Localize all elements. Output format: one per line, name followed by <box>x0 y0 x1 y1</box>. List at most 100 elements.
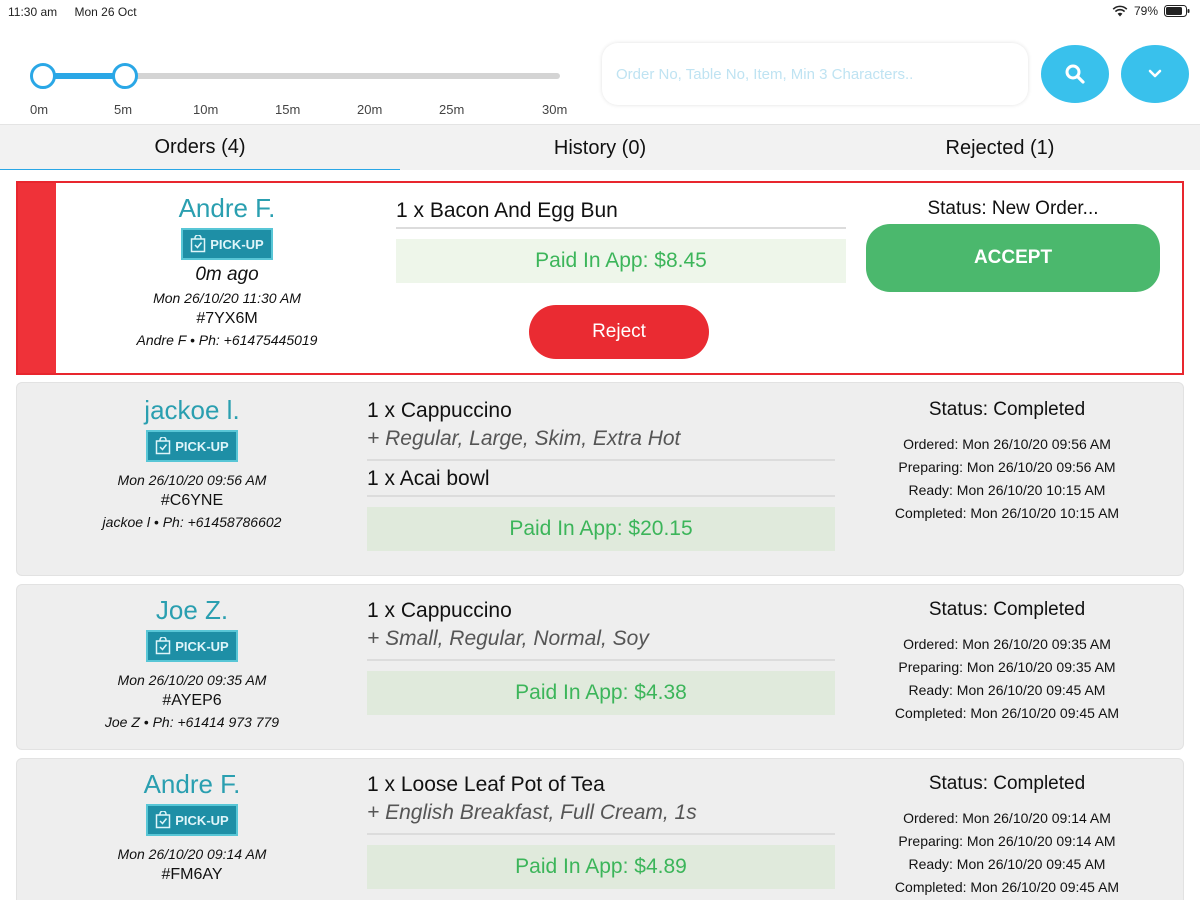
battery-percent: 79% <box>1133 4 1158 18</box>
tick-label: 15m <box>275 102 301 117</box>
status-timeline: Ordered: Mon 26/10/20 09:35 AM Preparing… <box>857 633 1157 725</box>
item-line: 1 x Cappuccino <box>367 599 512 622</box>
customer-name: Andre F. <box>143 769 241 799</box>
tick-label: 0m <box>30 102 49 117</box>
badge-label: PICK-UP <box>210 236 264 252</box>
slider-ticks: 0m 5m 10m 15m 20m 25m 30m <box>30 102 590 118</box>
status-timeline: Ordered: Mon 26/10/20 09:56 AM Preparing… <box>857 433 1157 525</box>
order-items: 1 x Cappuccino + Regular, Large, Skim, E… <box>367 395 835 551</box>
customer-name: Joe Z. <box>155 595 229 625</box>
badge-label: PICK-UP <box>175 438 229 454</box>
search-input[interactable] <box>602 43 1028 105</box>
order-date: Mon 26/10/20 11:30 AM <box>153 290 301 306</box>
status-text: Status: Completed <box>928 773 1086 794</box>
order-card[interactable]: Andre F. PICK-UP Mon 26/10/20 09:14 AM #… <box>16 758 1184 900</box>
item-options: + English Breakfast, Full Cream, 1s <box>367 801 835 835</box>
new-order-indicator <box>18 183 56 373</box>
paid-amount: Paid In App: $4.38 <box>367 671 835 715</box>
status-time: 11:30 am <box>8 5 58 19</box>
customer-contact: Joe Z • Ph: +61414 973 779 <box>104 714 280 730</box>
customer-info: Joe Z. PICK-UP Mon 26/10/20 09:35 AM #AY… <box>47 595 337 730</box>
timeline-completed: Completed: Mon 26/10/20 09:45 AM <box>894 705 1120 721</box>
customer-name: Andre F. <box>178 193 276 223</box>
bag-icon <box>156 637 171 655</box>
bag-icon <box>156 811 171 829</box>
timeline-preparing: Preparing: Mon 26/10/20 09:14 AM <box>898 833 1116 849</box>
paid-amount: Paid In App: $8.45 <box>396 239 846 283</box>
slider-min-handle[interactable] <box>30 63 56 89</box>
filter-dropdown-button[interactable] <box>1121 45 1189 103</box>
order-status: Status: Completed Ordered: Mon 26/10/20 … <box>857 399 1157 525</box>
timeline-preparing: Preparing: Mon 26/10/20 09:56 AM <box>898 459 1116 475</box>
item-line: 1 x Loose Leaf Pot of Tea <box>367 773 605 796</box>
order-code: #C6YNE <box>160 492 224 509</box>
order-status: Status: Completed Ordered: Mon 26/10/20 … <box>857 773 1157 899</box>
accept-button[interactable]: ACCEPT <box>866 224 1160 292</box>
pickup-badge: PICK-UP <box>146 804 238 836</box>
order-date: Mon 26/10/20 09:14 AM <box>117 846 267 862</box>
slider-max-handle[interactable] <box>112 63 138 89</box>
customer-contact: Andre F • Ph: +61475445019 <box>136 332 318 348</box>
order-card[interactable]: jackoe l. PICK-UP Mon 26/10/20 09:56 AM … <box>16 382 1184 576</box>
order-tabs: Orders (4) History (0) Rejected (1) <box>0 124 1200 171</box>
tick-label: 30m <box>542 102 568 117</box>
battery-icon <box>1164 5 1190 17</box>
order-card-new[interactable]: Andre F. PICK-UP 0m ago Mon 26/10/20 11:… <box>16 181 1184 375</box>
customer-info: jackoe l. PICK-UP Mon 26/10/20 09:56 AM … <box>47 395 337 530</box>
bag-icon <box>191 235 206 253</box>
order-status: Status: New Order... <box>866 198 1160 220</box>
timeline-ordered: Ordered: Mon 26/10/20 09:56 AM <box>903 436 1111 452</box>
tick-label: 25m <box>439 102 465 117</box>
pickup-badge: PICK-UP <box>146 630 238 662</box>
item-line: 1 x Acai bowl <box>367 461 835 497</box>
tab-rejected[interactable]: Rejected (1) <box>800 125 1200 171</box>
tab-history[interactable]: History (0) <box>400 125 800 171</box>
status-timeline: Ordered: Mon 26/10/20 09:14 AM Preparing… <box>857 807 1157 899</box>
chevron-down-icon <box>1148 69 1162 78</box>
search-box <box>602 43 1028 105</box>
tick-label: 5m <box>114 102 133 117</box>
customer-name: jackoe l. <box>144 395 240 425</box>
status-date: Mon 26 Oct <box>74 5 137 19</box>
order-card[interactable]: Joe Z. PICK-UP Mon 26/10/20 09:35 AM #AY… <box>16 584 1184 750</box>
search-icon <box>1065 64 1085 84</box>
order-status: Status: Completed Ordered: Mon 26/10/20 … <box>857 599 1157 725</box>
order-age: 0m ago <box>195 264 259 285</box>
order-date: Mon 26/10/20 09:56 AM <box>117 472 267 488</box>
paid-amount: Paid In App: $20.15 <box>367 507 835 551</box>
order-items: 1 x Loose Leaf Pot of Tea + English Brea… <box>367 769 835 889</box>
pickup-badge: PICK-UP <box>146 430 238 462</box>
timeline-completed: Completed: Mon 26/10/20 09:45 AM <box>894 879 1120 895</box>
item-options: + Regular, Large, Skim, Extra Hot <box>367 427 835 461</box>
tick-label: 20m <box>357 102 383 117</box>
status-bar: 11:30 am Mon 26 Oct 79% <box>0 0 1200 24</box>
tab-orders[interactable]: Orders (4) <box>0 125 400 171</box>
item-line: 1 x Cappuccino <box>367 399 512 422</box>
order-items: 1 x Bacon And Egg Bun Paid In App: $8.45 <box>396 195 846 283</box>
order-code: #7YX6M <box>196 310 258 327</box>
paid-amount: Paid In App: $4.89 <box>367 845 835 889</box>
header: 0m 5m 10m 15m 20m 25m 30m <box>0 24 1200 124</box>
order-code: #FM6AY <box>161 866 223 883</box>
timeline-ordered: Ordered: Mon 26/10/20 09:35 AM <box>903 636 1111 652</box>
timeline-preparing: Preparing: Mon 26/10/20 09:35 AM <box>898 659 1116 675</box>
badge-label: PICK-UP <box>175 638 229 654</box>
customer-info: Andre F. PICK-UP 0m ago Mon 26/10/20 11:… <box>82 193 372 348</box>
order-date: Mon 26/10/20 09:35 AM <box>117 672 267 688</box>
timeline-ready: Ready: Mon 26/10/20 10:15 AM <box>908 482 1106 498</box>
customer-info: Andre F. PICK-UP Mon 26/10/20 09:14 AM #… <box>47 769 337 884</box>
reject-button[interactable]: Reject <box>529 305 709 359</box>
item-options: + Small, Regular, Normal, Soy <box>367 627 835 661</box>
order-items: 1 x Cappuccino + Small, Regular, Normal,… <box>367 595 835 715</box>
timeline-ordered: Ordered: Mon 26/10/20 09:14 AM <box>903 810 1111 826</box>
status-text: Status: Completed <box>928 399 1086 420</box>
timeline-completed: Completed: Mon 26/10/20 10:15 AM <box>894 505 1120 521</box>
order-code: #AYEP6 <box>162 692 222 709</box>
item-line: 1 x Bacon And Egg Bun <box>396 195 846 229</box>
status-text: Status: New Order... <box>927 198 1099 219</box>
customer-contact: jackoe l • Ph: +61458786602 <box>102 514 282 530</box>
wifi-icon <box>1112 5 1128 17</box>
time-range-slider[interactable] <box>30 63 560 89</box>
search-button[interactable] <box>1041 45 1109 103</box>
timeline-ready: Ready: Mon 26/10/20 09:45 AM <box>908 856 1106 872</box>
